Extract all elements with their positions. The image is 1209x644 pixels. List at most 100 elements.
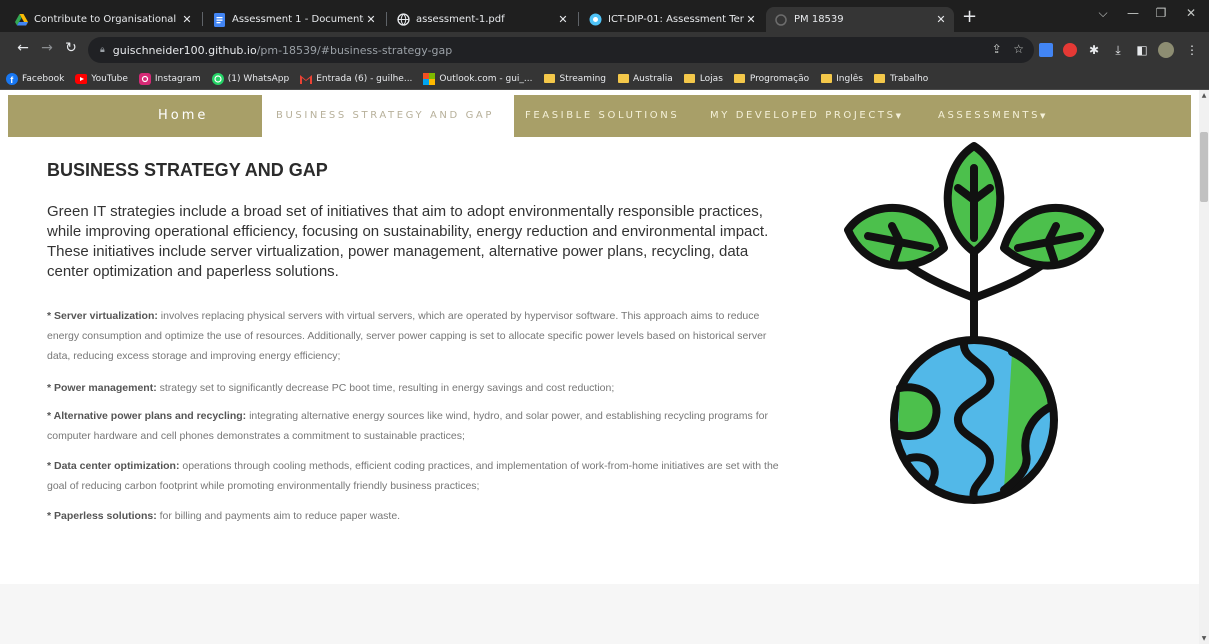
page-title: BUSINESS STRATEGY AND GAP [47, 160, 328, 180]
bookmark-folder-australia[interactable]: Australia [617, 73, 673, 85]
bookmark-folder-trabalho[interactable]: Trabalho [874, 73, 928, 85]
bookmark-label: Outlook.com - gui_... [439, 73, 533, 84]
bookmark-folder-lojas[interactable]: Lojas [684, 73, 723, 85]
close-icon[interactable]: ✕ [180, 13, 194, 26]
close-icon[interactable]: ✕ [934, 13, 948, 26]
bookmark-label: Streaming [559, 73, 606, 84]
url-host: guischneider100.github.io [112, 43, 257, 57]
translate-icon[interactable] [1037, 41, 1055, 59]
strategy-item-data-center: * Data center optimization: operations t… [47, 456, 792, 496]
bookmark-label: Lojas [699, 73, 723, 84]
folder-icon [734, 73, 746, 85]
item-text: strategy set to significantly decrease P… [156, 382, 615, 394]
page-viewport: Home BUSINESS STRATEGY AND GAP FEASIBLE … [0, 90, 1199, 644]
course-icon [588, 13, 602, 27]
item-term: * Paperless solutions: [47, 510, 157, 522]
scroll-thumb[interactable] [1200, 132, 1208, 202]
tab-divider [386, 12, 387, 26]
caret-down-icon: ▼ [1040, 112, 1049, 120]
bookmarks-bar: f Facebook YouTube Instagram (1) WhatsAp… [0, 68, 1209, 90]
browser-toolbar: ← → ↻ 🔒︎ guischneider100.github.io/pm-18… [0, 32, 1209, 68]
scroll-down-icon[interactable]: ▼ [1200, 635, 1208, 642]
extensions-icon[interactable]: ✱ [1085, 41, 1103, 59]
bookmark-label: Progromação [749, 73, 810, 84]
item-term: * Server virtualization: [47, 310, 158, 322]
drive-icon [14, 13, 28, 27]
gmail-icon [300, 73, 313, 85]
bookmark-label: Facebook [22, 73, 65, 84]
side-panel-icon[interactable]: ◧ [1133, 41, 1151, 59]
plant-globe-icon [844, 142, 1104, 504]
page-scrollbar[interactable]: ▲ ▼ [1199, 90, 1209, 644]
menu-icon[interactable]: ⋮ [1183, 41, 1201, 59]
restore-icon[interactable]: ❐ [1151, 6, 1171, 20]
address-bar[interactable]: 🔒︎ guischneider100.github.io/pm-18539/#b… [88, 37, 1034, 63]
bookmark-gmail[interactable]: Entrada (6) - guilhe... [300, 73, 412, 85]
tab-assessment-pdf[interactable]: assessment-1.pdf ✕ [388, 7, 576, 32]
item-term: * Data center optimization: [47, 460, 180, 472]
adblock-icon[interactable] [1061, 41, 1079, 59]
bookmark-label: YouTube [91, 73, 128, 84]
forward-icon[interactable]: → [38, 40, 56, 56]
new-tab-button[interactable]: + [962, 8, 977, 26]
item-term: * Alternative power plans and recycling: [47, 410, 247, 422]
window-close-icon[interactable]: ✕ [1181, 6, 1201, 20]
nav-business-strategy[interactable]: BUSINESS STRATEGY AND GAP [262, 95, 514, 137]
facebook-icon: f [6, 72, 18, 85]
globe-icon [396, 13, 410, 27]
close-icon[interactable]: ✕ [744, 13, 758, 26]
footer-section [0, 584, 1199, 644]
nav-home[interactable]: Home [158, 95, 208, 137]
bookmark-facebook[interactable]: f Facebook [6, 72, 65, 85]
bookmark-folder-programacao[interactable]: Progromação [734, 73, 809, 85]
bookmark-label: Australia [633, 73, 673, 84]
bookmark-label: (1) WhatsApp [227, 73, 290, 84]
download-icon[interactable]: ⤓ [1109, 41, 1127, 59]
folder-icon [617, 73, 629, 85]
tab-title: ICT-DIP-01: Assessment Templat [608, 14, 744, 25]
minimize-icon[interactable]: — [1123, 6, 1143, 20]
tab-contribute[interactable]: Contribute to Organisational Pri ✕ [6, 7, 200, 32]
strategy-item-alternative-power: * Alternative power plans and recycling:… [47, 406, 792, 446]
strategy-item-power-management: * Power management: strategy set to sign… [47, 378, 792, 398]
tab-divider [578, 12, 579, 26]
bookmark-outlook[interactable]: Outlook.com - gui_... [423, 72, 533, 85]
tab-divider [202, 12, 203, 26]
close-icon[interactable]: ✕ [364, 13, 378, 26]
url-path: /pm-18539/#business-strategy-gap [256, 43, 453, 57]
reload-icon[interactable]: ↻ [62, 40, 80, 56]
docs-icon [212, 12, 226, 27]
nav-assessments[interactable]: ASSESSMENTS▼ [938, 95, 1048, 137]
bookmark-label: Instagram [154, 73, 201, 84]
tab-assessment-doc[interactable]: Assessment 1 - Documentos Go ✕ [204, 7, 384, 32]
avatar[interactable] [1157, 41, 1175, 59]
tab-title: Assessment 1 - Documentos Go [232, 14, 364, 25]
folder-icon [820, 73, 832, 85]
share-star-icons[interactable]: ⇪ ☆ [992, 42, 1024, 56]
page-icon [774, 13, 788, 27]
browser-tab-strip: Contribute to Organisational Pri ✕ Asses… [0, 0, 1209, 32]
nav-my-projects[interactable]: MY DEVELOPED PROJECTS▼ [710, 95, 904, 137]
outlook-icon [423, 72, 436, 85]
bookmark-folder-ingles[interactable]: Inglês [820, 73, 863, 85]
scroll-up-icon[interactable]: ▲ [1200, 92, 1208, 99]
site-navbar: Home BUSINESS STRATEGY AND GAP FEASIBLE … [8, 95, 1191, 137]
bookmark-folder-streaming[interactable]: Streaming [544, 73, 606, 85]
close-icon[interactable]: ✕ [556, 13, 570, 26]
bookmark-instagram[interactable]: Instagram [138, 72, 201, 85]
nav-label: MY DEVELOPED PROJECTS [710, 110, 896, 121]
bookmark-whatsapp[interactable]: (1) WhatsApp [211, 72, 290, 85]
folder-icon [874, 73, 886, 85]
tab-pm-18539[interactable]: PM 18539 ✕ [766, 7, 954, 32]
bookmark-youtube[interactable]: YouTube [75, 73, 128, 85]
bookmark-label: Inglês [836, 73, 863, 84]
back-icon[interactable]: ← [14, 40, 32, 56]
strategy-item-paperless: * Paperless solutions: for billing and p… [47, 506, 792, 526]
tab-title: assessment-1.pdf [416, 14, 505, 25]
tab-search-icon[interactable]: ⌵ [1093, 6, 1113, 21]
nav-feasible-solutions[interactable]: FEASIBLE SOLUTIONS [525, 95, 679, 137]
lock-icon: 🔒︎ [100, 45, 105, 55]
tab-ict-template[interactable]: ICT-DIP-01: Assessment Templat ✕ [580, 7, 764, 32]
intro-paragraph: Green IT strategies include a broad set … [47, 203, 769, 280]
folder-icon [684, 73, 696, 85]
